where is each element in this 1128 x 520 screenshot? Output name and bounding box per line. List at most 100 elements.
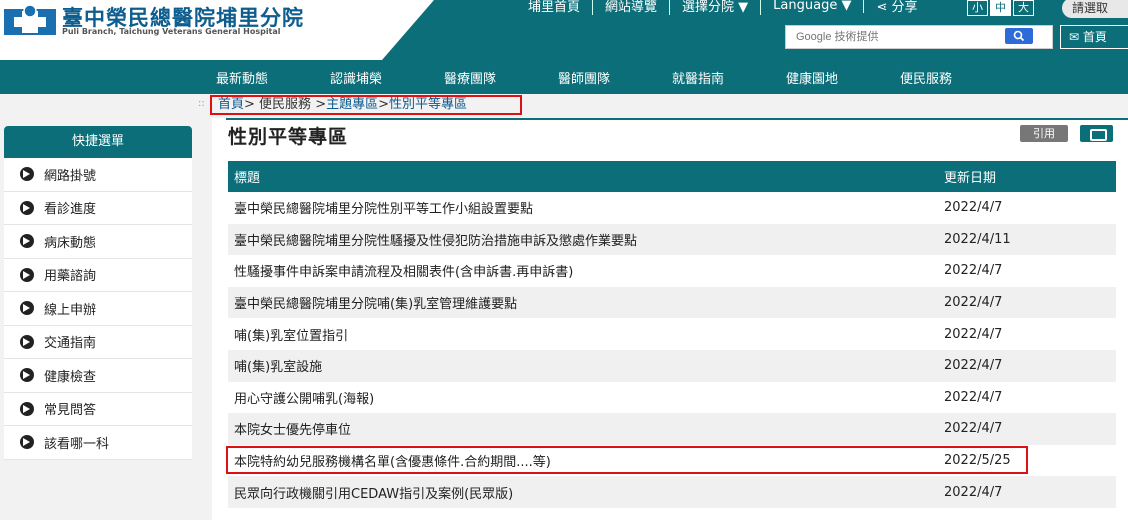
sidebar-item-label: 病床動態 [44, 235, 97, 251]
site-header: 臺中榮民總醫院埔里分院 Puli Branch, Taichung Vetera… [0, 0, 1128, 60]
row-date: 2022/4/11 [944, 231, 1011, 247]
nav-item-guide[interactable]: 就醫指南 [672, 68, 724, 87]
mail-label: 首頁 [1082, 30, 1107, 44]
table-header: 標題 更新日期 [228, 161, 1116, 192]
top-link-home[interactable]: 埔里首頁 [516, 0, 594, 15]
nav-item-services[interactable]: 便民服務 [900, 68, 952, 87]
row-title[interactable]: 民眾向行政機關引用CEDAW指引及案例(民眾版) [228, 483, 938, 502]
quick-menu: 快捷選單 網路掛號 看診進度 病床動態 用藥諮詢 線上申辦 交通指南 健康檢查 … [4, 126, 192, 460]
hospital-name-en: Puli Branch, Taichung Veterans General H… [62, 27, 281, 36]
table-row[interactable]: 哺(集)乳室位置指引 2022/4/7 [228, 318, 1116, 350]
top-link-language[interactable]: Language ▼ [761, 0, 865, 13]
arrow-right-icon [20, 267, 34, 282]
sidebar-item-registration[interactable]: 網路掛號 [4, 158, 192, 192]
sidebar-item-label: 用藥諮詢 [44, 269, 97, 285]
row-title[interactable]: 本院女士優先停車位 [228, 419, 938, 438]
search-icon [1013, 30, 1025, 42]
column-title: 標題 [234, 171, 261, 186]
arrow-right-icon [20, 368, 34, 383]
table-row[interactable]: 用心守護公開哺乳(海報) 2022/4/7 [228, 381, 1116, 414]
print-button[interactable] [1080, 125, 1113, 142]
row-date: 2022/4/7 [944, 263, 1003, 279]
table-row[interactable]: 民眾向行政機關引用CEDAW指引及案例(民眾版) 2022/4/7 [228, 476, 1116, 508]
share-icon: ⋖ [876, 0, 892, 15]
sidebar-item-label: 網路掛號 [44, 168, 97, 184]
row-date: 2022/4/7 [944, 389, 1003, 405]
row-title[interactable]: 性騷擾事件申訴案申請流程及相關表件(含申訴書.再申訴書) [228, 261, 938, 280]
top-link-branch-select[interactable]: 選擇分院 ▼ [670, 0, 762, 15]
row-title[interactable]: 哺(集)乳室位置指引 [228, 325, 938, 344]
arrow-right-icon [20, 200, 34, 215]
arrow-right-icon [20, 167, 34, 182]
font-size-medium[interactable]: 中 [990, 0, 1011, 16]
table-row[interactable]: 本院女士優先停車位 2022/4/7 [228, 413, 1116, 445]
row-title[interactable]: 臺中榮民總醫院埔里分院性別平等工作小組設置要點 [228, 198, 938, 217]
sidebar-item-checkup[interactable]: 健康檢查 [4, 359, 192, 393]
row-title[interactable]: 本院特約幼兒服務機構名單(含優惠條件.合約期間....等) [228, 451, 938, 470]
sidebar-item-label: 線上申辦 [44, 302, 97, 318]
row-title[interactable]: 哺(集)乳室設施 [228, 356, 938, 375]
font-size-small[interactable]: 小 [967, 0, 988, 16]
table-row[interactable]: 哺(集)乳室設施 2022/4/7 [228, 349, 1116, 382]
row-date: 2022/5/25 [944, 453, 1011, 469]
nav-item-medical-team[interactable]: 醫療團隊 [444, 68, 496, 87]
table-row[interactable]: 性騷擾事件申訴案申請流程及相關表件(含申訴書.再申訴書) 2022/4/7 [228, 255, 1116, 287]
sidebar-item-medication[interactable]: 用藥諮詢 [4, 259, 192, 292]
row-date: 2022/4/7 [944, 200, 1003, 216]
top-link-sitemap[interactable]: 網站導覽 [593, 0, 671, 15]
nav-item-health[interactable]: 健康園地 [786, 68, 838, 87]
sidebar-item-beds[interactable]: 病床動態 [4, 225, 192, 259]
breadcrumb-sep: > [311, 97, 327, 112]
cite-button[interactable]: 引用 [1020, 125, 1068, 142]
breadcrumb-current[interactable]: 性別平等專區 [389, 97, 467, 112]
arrow-right-icon [20, 234, 34, 249]
nav-item-about[interactable]: 認識埔榮 [330, 68, 382, 87]
arrow-right-icon [20, 334, 34, 349]
top-link-share[interactable]: ⋖ 分享 [864, 0, 929, 15]
sidebar-item-label: 常見問答 [44, 403, 97, 419]
breadcrumb-sep: > [378, 97, 390, 112]
sidebar-item-label: 交通指南 [44, 336, 97, 352]
table-row[interactable]: 臺中榮民總醫院埔里分院哺(集)乳室管理維護要點 2022/4/7 [228, 286, 1116, 319]
nav-item-news[interactable]: 最新動態 [216, 68, 268, 87]
search-button[interactable] [1005, 28, 1033, 44]
search-input[interactable] [796, 28, 986, 46]
sidebar-item-which-dept[interactable]: 該看哪一科 [4, 426, 192, 460]
main-content: 性別平等專區 引用 標題 更新日期 臺中榮民總醫院埔里分院性別平等工作小組設置要… [212, 118, 1128, 520]
breadcrumb: 首頁> 便民服務 >主題專區>性別平等專區 [210, 95, 522, 115]
sidebar-item-faq[interactable]: 常見問答 [4, 393, 192, 426]
table-row[interactable]: 本院特約幼兒服務機構名單(含優惠條件.合約期間....等) 2022/5/25 [228, 444, 1116, 477]
breadcrumb-services[interactable]: 便民服務 [259, 97, 311, 112]
table-row[interactable]: 臺中榮民總醫院埔里分院性騷擾及性侵犯防治措施申訴及懲處作業要點 2022/4/11 [228, 223, 1116, 256]
nav-item-doctors[interactable]: 醫師團隊 [558, 68, 610, 87]
table-body: 臺中榮民總醫院埔里分院性別平等工作小組設置要點 2022/4/7 臺中榮民總醫院埔… [228, 192, 1116, 508]
sidebar-item-traffic[interactable]: 交通指南 [4, 326, 192, 359]
mail-link[interactable]: ✉ 首頁 [1060, 25, 1128, 49]
row-date: 2022/4/7 [944, 358, 1003, 374]
login-button[interactable]: 請選取 [1062, 0, 1128, 18]
title-divider [226, 118, 1128, 120]
column-date: 更新日期 [944, 171, 997, 186]
sidebar-item-label: 健康檢查 [44, 369, 97, 385]
main-navbar: 最新動態 認識埔榮 醫療團隊 醫師團隊 就醫指南 健康園地 便民服務 [0, 60, 1128, 94]
arrow-right-icon [20, 301, 34, 316]
hospital-logo[interactable] [4, 3, 56, 37]
row-title[interactable]: 臺中榮民總醫院埔里分院性騷擾及性侵犯防治措施申訴及懲處作業要點 [228, 230, 938, 249]
breadcrumb-dots: :: [198, 98, 205, 109]
breadcrumb-home[interactable]: 首頁 [218, 97, 244, 112]
arrow-right-icon [20, 435, 34, 450]
row-date: 2022/4/7 [944, 295, 1003, 311]
breadcrumb-topic[interactable]: 主題專區 [326, 97, 378, 112]
sidebar-item-label: 該看哪一科 [44, 436, 110, 452]
sidebar-item-label: 看診進度 [44, 202, 97, 218]
table-row[interactable]: 臺中榮民總醫院埔里分院性別平等工作小組設置要點 2022/4/7 [228, 192, 1116, 224]
font-size-large[interactable]: 大 [1013, 0, 1034, 16]
row-title[interactable]: 用心守護公開哺乳(海報) [228, 388, 938, 407]
quick-menu-title: 快捷選單 [4, 126, 192, 158]
row-date: 2022/4/7 [944, 326, 1003, 342]
sidebar-item-progress[interactable]: 看診進度 [4, 192, 192, 225]
font-size-selector: 小 中 大 [967, 0, 1034, 16]
sidebar-item-online-apply[interactable]: 線上申辦 [4, 292, 192, 326]
row-title[interactable]: 臺中榮民總醫院埔里分院哺(集)乳室管理維護要點 [228, 293, 938, 312]
row-date: 2022/4/7 [944, 484, 1003, 500]
